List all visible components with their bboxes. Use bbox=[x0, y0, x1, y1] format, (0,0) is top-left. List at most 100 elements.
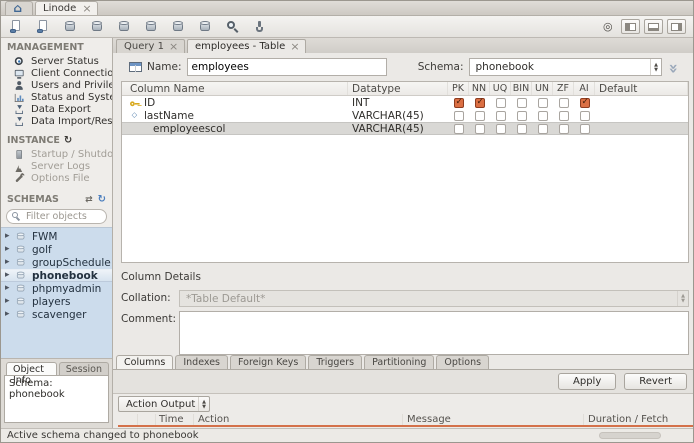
alter-schema-icon[interactable] bbox=[89, 19, 106, 35]
sidebar-item-data-import[interactable]: Data Import/Restore bbox=[1, 115, 112, 127]
object-info-tab-session[interactable]: Session bbox=[58, 362, 109, 375]
schema-item-scavenger[interactable]: scavenger bbox=[1, 308, 112, 321]
schema-item-FWM[interactable]: FWM bbox=[1, 230, 112, 243]
stepper-icon bbox=[198, 397, 209, 411]
checkbox-zf[interactable] bbox=[558, 97, 569, 108]
editor-tab-indexes[interactable]: Indexes bbox=[175, 355, 228, 369]
sidebar-item-data-export[interactable]: Data Export bbox=[1, 103, 112, 115]
checkbox-ai[interactable] bbox=[579, 110, 590, 121]
schema-item-golf[interactable]: golf bbox=[1, 243, 112, 256]
schema-item-players[interactable]: players bbox=[1, 295, 112, 308]
checkbox-pk[interactable] bbox=[453, 97, 464, 108]
no-icon bbox=[130, 124, 140, 134]
schema-item-phonebook[interactable]: phonebook bbox=[1, 269, 112, 282]
checkbox-pk[interactable] bbox=[453, 123, 464, 134]
editor-tab-options[interactable]: Options bbox=[436, 355, 490, 369]
schema-icon bbox=[16, 283, 27, 294]
editor-tab-triggers[interactable]: Triggers bbox=[308, 355, 363, 369]
checkbox-bin[interactable] bbox=[516, 123, 527, 134]
schema-item-phpmyadmin[interactable]: phpmyadmin bbox=[1, 282, 112, 295]
checkbox-pk[interactable] bbox=[453, 110, 464, 121]
open-sql-script-icon[interactable] bbox=[35, 19, 52, 35]
expander-icon[interactable] bbox=[5, 244, 13, 255]
collation-select[interactable]: *Table Default* bbox=[179, 290, 689, 307]
sidebar-item-options-file[interactable]: Options File bbox=[1, 172, 112, 184]
create-procedure-icon[interactable] bbox=[170, 19, 187, 35]
connection-tab[interactable]: Linode bbox=[35, 1, 99, 15]
checkbox-ai[interactable] bbox=[579, 97, 590, 108]
instance-refresh-icon[interactable] bbox=[64, 135, 72, 146]
checkbox-un[interactable] bbox=[537, 110, 548, 121]
sidebar-item-client-connections[interactable]: Client Connections bbox=[1, 67, 112, 79]
schemas-collapse-icon[interactable] bbox=[85, 194, 93, 205]
close-icon[interactable] bbox=[82, 4, 91, 14]
filter-objects-input[interactable] bbox=[26, 211, 102, 222]
sidebar-item-server-logs[interactable]: Server Logs bbox=[1, 160, 112, 172]
object-info-tab-object-info[interactable]: Object Info bbox=[6, 362, 57, 386]
checkbox-nn[interactable] bbox=[474, 97, 485, 108]
sidebar-item-users-privileges[interactable]: Users and Privileges bbox=[1, 79, 112, 91]
expander-icon[interactable] bbox=[5, 257, 13, 268]
schema-item-groupSchedule[interactable]: groupSchedule bbox=[1, 256, 112, 269]
revert-button[interactable]: Revert bbox=[624, 373, 687, 390]
tab-query-1[interactable]: Query 1 bbox=[116, 39, 185, 53]
stepper-icon[interactable] bbox=[650, 59, 661, 75]
column-row-lastName[interactable]: lastName VARCHAR(45) bbox=[122, 109, 688, 122]
expander-icon[interactable] bbox=[5, 231, 13, 242]
checkbox-bin[interactable] bbox=[516, 110, 527, 121]
apply-button[interactable]: Apply bbox=[558, 373, 617, 390]
checkbox-un[interactable] bbox=[537, 97, 548, 108]
column-row-employeescol[interactable]: employeescol VARCHAR(45) bbox=[122, 122, 688, 135]
checkbox-nn[interactable] bbox=[474, 123, 485, 134]
sidebar-item-status-system-variables[interactable]: Status and System Variables bbox=[1, 91, 112, 103]
action-output-select[interactable]: Action Output bbox=[118, 396, 210, 412]
checkbox-uq[interactable] bbox=[495, 123, 506, 134]
toggle-bottom-panel-button[interactable] bbox=[644, 19, 663, 34]
checkbox-ai[interactable] bbox=[579, 123, 590, 134]
comment-textarea[interactable] bbox=[179, 311, 689, 355]
toggle-right-sidebar-button[interactable] bbox=[667, 19, 686, 34]
checkbox-uq[interactable] bbox=[495, 97, 506, 108]
editor-bottom-tabs: Columns Indexes Foreign Keys Triggers Partit… bbox=[113, 354, 693, 369]
editor-tab-columns[interactable]: Columns bbox=[116, 355, 174, 369]
expander-icon[interactable] bbox=[5, 283, 13, 294]
server-icon bbox=[14, 149, 24, 159]
expander-icon[interactable] bbox=[5, 296, 13, 307]
checkbox-zf[interactable] bbox=[558, 110, 569, 121]
close-icon[interactable] bbox=[290, 42, 299, 52]
editor-tab-foreign-keys[interactable]: Foreign Keys bbox=[230, 355, 307, 369]
checkbox-nn[interactable] bbox=[474, 110, 485, 121]
new-sql-tab-icon[interactable] bbox=[8, 19, 25, 35]
create-table-icon[interactable] bbox=[116, 19, 133, 35]
create-schema-icon[interactable] bbox=[62, 19, 79, 35]
connection-tab-bar: Linode bbox=[1, 1, 693, 16]
toggle-left-sidebar-button[interactable] bbox=[621, 19, 640, 34]
close-icon[interactable] bbox=[169, 42, 178, 52]
search-data-icon[interactable] bbox=[224, 19, 241, 35]
sidebar-item-server-status[interactable]: Server Status bbox=[1, 55, 112, 67]
column-row-ID[interactable]: ID INT bbox=[122, 96, 688, 109]
schemas-refresh-icon[interactable] bbox=[98, 194, 106, 205]
create-function-icon[interactable] bbox=[197, 19, 214, 35]
reconnect-server-icon[interactable] bbox=[251, 19, 268, 35]
sidebar-item-startup-shutdown[interactable]: Startup / Shutdown bbox=[1, 148, 112, 160]
tab-employees---table[interactable]: employees - Table bbox=[186, 39, 307, 53]
checkbox-uq[interactable] bbox=[495, 110, 506, 121]
table-icon bbox=[129, 61, 142, 74]
editor-tab-partitioning[interactable]: Partitioning bbox=[364, 355, 435, 369]
create-view-icon[interactable] bbox=[143, 19, 160, 35]
checkbox-un[interactable] bbox=[537, 123, 548, 134]
expander-icon[interactable] bbox=[5, 309, 13, 320]
grid-empty-area[interactable] bbox=[122, 135, 688, 262]
checkbox-zf[interactable] bbox=[558, 123, 569, 134]
columns-grid-header: Column Name Datatype PK NN UQ BIN UN ZF AI Defaul… bbox=[122, 82, 688, 96]
checkbox-bin[interactable] bbox=[516, 97, 527, 108]
toolbar-right-group bbox=[600, 19, 686, 35]
schema-select[interactable]: phonebook bbox=[468, 58, 662, 76]
home-tab[interactable] bbox=[5, 1, 33, 15]
schema-label: phonebook bbox=[32, 269, 98, 282]
table-name-input[interactable] bbox=[186, 58, 387, 76]
collapse-editor-chevron-icon[interactable] bbox=[667, 59, 687, 75]
expander-icon[interactable] bbox=[5, 270, 13, 281]
connection-tab-label: Linode bbox=[43, 3, 77, 14]
